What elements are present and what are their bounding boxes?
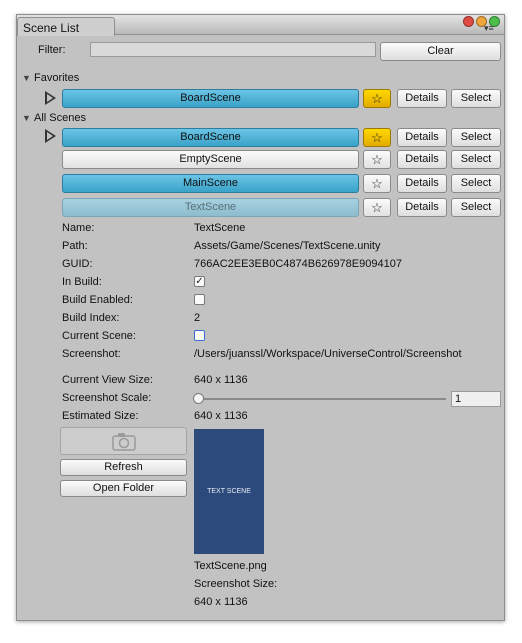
camera-icon: [112, 433, 136, 451]
guid-label: GUID:: [62, 258, 93, 270]
build-enabled-checkbox[interactable]: [194, 294, 205, 305]
name-label: Name:: [62, 222, 95, 234]
screenshot-label: Screenshot:: [62, 348, 121, 360]
screenshot-size-label: Screenshot Size:: [194, 578, 278, 590]
current-scene-checkbox[interactable]: [194, 330, 205, 341]
in-build-label: In Build:: [62, 276, 102, 288]
select-button[interactable]: Select: [451, 174, 501, 193]
clear-button[interactable]: Clear: [380, 42, 501, 61]
all-scenes-header[interactable]: All Scenes: [34, 112, 86, 125]
estimated-size-value: 640 x 1136: [194, 410, 248, 422]
path-label: Path:: [62, 240, 88, 252]
estimated-size-label: Estimated Size:: [62, 410, 139, 422]
open-folder-button[interactable]: Open Folder: [60, 480, 187, 497]
build-index-value: 2: [194, 312, 201, 324]
details-button[interactable]: Details: [397, 89, 447, 108]
tab-menu-icon[interactable]: ▾≡: [484, 24, 494, 33]
star-icon[interactable]: ☆: [363, 150, 391, 169]
select-button[interactable]: Select: [451, 150, 501, 169]
select-button[interactable]: Select: [451, 128, 501, 147]
filter-input[interactable]: [90, 42, 376, 57]
scene-button-textscene[interactable]: TextScene: [62, 198, 359, 217]
favorites-header[interactable]: Favorites: [34, 72, 79, 85]
screenshot-size-value: 640 x 1136: [194, 596, 248, 608]
screenshot-scale-label: Screenshot Scale:: [62, 392, 152, 404]
filter-label: Filter:: [38, 44, 66, 56]
details-button[interactable]: Details: [397, 128, 447, 147]
scene-button-emptyscene[interactable]: EmptyScene: [62, 150, 359, 169]
build-enabled-label: Build Enabled:: [62, 294, 133, 306]
details-button[interactable]: Details: [397, 198, 447, 217]
play-icon[interactable]: [45, 91, 56, 105]
scene-button-boardscene[interactable]: BoardScene: [62, 128, 359, 147]
take-screenshot-button[interactable]: [60, 427, 187, 455]
scale-slider-thumb[interactable]: [193, 393, 204, 404]
current-scene-label: Current Scene:: [62, 330, 136, 342]
select-button[interactable]: Select: [451, 89, 501, 108]
favorite-scene-button[interactable]: BoardScene: [62, 89, 359, 108]
scale-slider-track[interactable]: [198, 398, 446, 400]
name-value: TextScene: [194, 222, 246, 234]
select-button[interactable]: Select: [451, 198, 501, 217]
star-icon[interactable]: ☆: [363, 89, 391, 108]
screenshot-preview-image: TEXT SCENE: [194, 429, 264, 554]
play-icon[interactable]: [45, 129, 56, 143]
guid-value: 766AC2EE3EB0C4874B626978E9094107: [194, 258, 402, 270]
in-build-checkbox[interactable]: ✓: [194, 276, 205, 287]
tab-scene-list[interactable]: Scene List: [17, 17, 115, 36]
details-button[interactable]: Details: [397, 150, 447, 169]
path-value: Assets/Game/Scenes/TextScene.unity: [194, 240, 381, 252]
current-view-size-label: Current View Size:: [62, 374, 153, 386]
screenshot-path-value: /Users/juanssl/Workspace/UniverseControl…: [194, 348, 462, 360]
refresh-button[interactable]: Refresh: [60, 459, 187, 476]
screenshot-file-name: TextScene.png: [194, 560, 267, 572]
star-icon[interactable]: ☆: [363, 198, 391, 217]
all-scenes-foldout-icon[interactable]: ▼: [22, 113, 31, 123]
current-view-size-value: 640 x 1136: [194, 374, 248, 386]
build-index-label: Build Index:: [62, 312, 120, 324]
star-icon[interactable]: ☆: [363, 128, 391, 147]
scale-field[interactable]: 1: [451, 391, 501, 407]
scene-button-mainscene[interactable]: MainScene: [62, 174, 359, 193]
close-icon[interactable]: [463, 16, 474, 27]
details-button[interactable]: Details: [397, 174, 447, 193]
favorites-foldout-icon[interactable]: ▼: [22, 73, 31, 83]
star-icon[interactable]: ☆: [363, 174, 391, 193]
